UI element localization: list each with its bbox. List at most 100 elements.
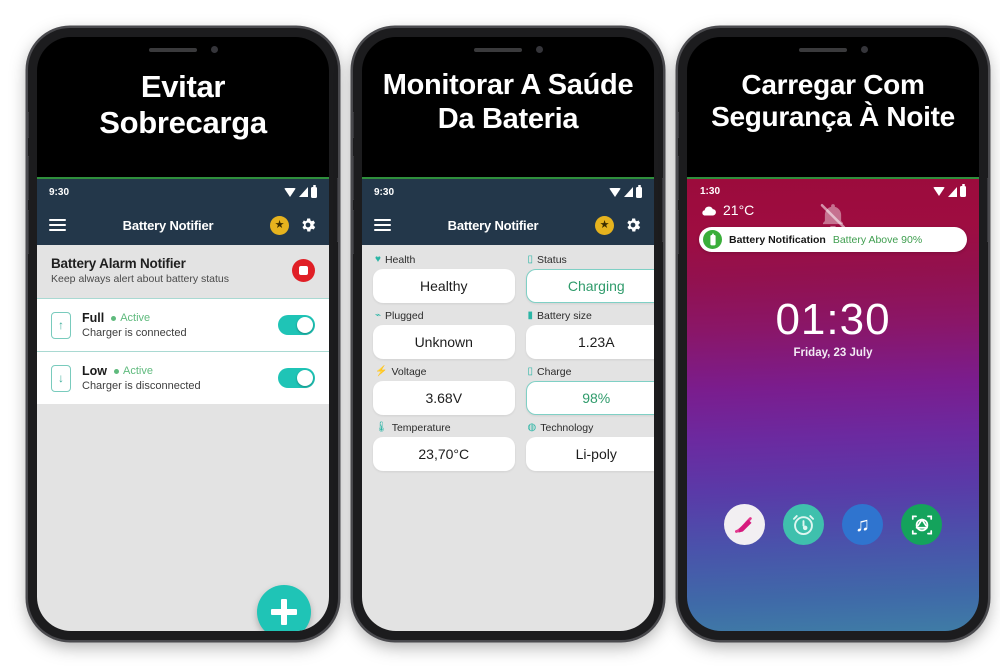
phone-screen-2: Monitorar A Saúde Da Bateria 9:30 Batter… bbox=[362, 37, 654, 631]
wifi-icon bbox=[284, 187, 296, 197]
lockscreen-dock: ♫ bbox=[687, 504, 979, 545]
app-bar-1: Battery Notifier ★ bbox=[37, 205, 329, 245]
app-title-2: Battery Notifier bbox=[447, 217, 539, 233]
param-cell-health: ♥ Health Healthy bbox=[373, 254, 515, 303]
battery-icon: ▯ bbox=[527, 366, 534, 377]
status-time-2: 9:30 bbox=[374, 186, 395, 198]
alarm-text-full: Full Active Charger is connected bbox=[82, 311, 267, 339]
wifi-icon bbox=[933, 187, 945, 196]
param-value-health: Healthy bbox=[373, 269, 515, 303]
mute-switch-button-2[interactable] bbox=[353, 112, 354, 138]
param-value-status: Charging bbox=[525, 269, 654, 303]
notch-2 bbox=[437, 37, 579, 62]
alarm-text-low: Low Active Charger is disconnected bbox=[82, 364, 267, 392]
alarm-service-subtitle: Keep always alert about battery status bbox=[51, 273, 230, 285]
hamburger-icon[interactable] bbox=[49, 219, 66, 231]
star-badge-icon[interactable]: ★ bbox=[595, 215, 614, 235]
bars-icon: ▮ bbox=[527, 310, 534, 321]
star-badge-icon[interactable]: ★ bbox=[270, 215, 289, 235]
alarm-state-full: Active bbox=[111, 312, 150, 324]
alarm-row-full[interactable]: ↑ Full Active Charger is connected bbox=[37, 299, 329, 352]
promo-screenshot-canvas: Evitar Sobrecarga 9:30 Battery Notifier … bbox=[0, 0, 1000, 666]
volume-down-button-3[interactable] bbox=[678, 210, 679, 254]
power-button-1[interactable] bbox=[337, 178, 338, 242]
param-cell-status: ▯ Status Charging bbox=[525, 254, 654, 303]
lockscreen-body: 1:30 21°C Battery Notification Battery A… bbox=[687, 179, 979, 631]
signal-icon bbox=[948, 186, 957, 197]
bell-muted-icon bbox=[818, 201, 848, 236]
param-cell-temperature: 🌡 Temperature 23,70°C bbox=[373, 422, 515, 471]
battery-icon bbox=[960, 184, 966, 197]
app-bar-2: Battery Notifier ★ bbox=[362, 205, 654, 245]
earpiece-speaker-icon bbox=[473, 47, 522, 52]
volume-up-button-1[interactable] bbox=[28, 156, 29, 200]
gear-icon[interactable] bbox=[624, 216, 642, 234]
front-camera-icon bbox=[535, 46, 543, 53]
phone-screen-3: Carregar Com Segurança À Noite 1:30 21°C… bbox=[687, 37, 979, 631]
param-cell-battery-size: ▮ Battery size 1.23A bbox=[525, 310, 654, 359]
alarm-toggle-low[interactable] bbox=[278, 368, 315, 388]
arrow-up-phone-icon: ↑ bbox=[51, 311, 71, 339]
phone-screen-1: Evitar Sobrecarga 9:30 Battery Notifier … bbox=[37, 37, 329, 631]
gear-icon[interactable] bbox=[299, 216, 317, 234]
bolt-icon: ⚡ bbox=[375, 366, 388, 377]
param-value-voltage: 3.68V bbox=[373, 381, 515, 415]
battery-icon bbox=[311, 184, 317, 198]
chip-icon: ◍ bbox=[527, 422, 537, 433]
mute-switch-button-1[interactable] bbox=[28, 112, 29, 138]
param-label-technology: Technology bbox=[540, 422, 594, 434]
android-status-bar-2: 9:30 bbox=[362, 179, 654, 205]
notifications-page-body: Battery Alarm Notifier Keep always alert… bbox=[37, 245, 329, 631]
param-label-health: Health bbox=[384, 254, 416, 266]
param-value-battery-size: 1.23A bbox=[525, 325, 654, 359]
status-icons-3 bbox=[933, 184, 966, 197]
phone-mockup-2: Monitorar A Saúde Da Bateria 9:30 Batter… bbox=[353, 28, 663, 640]
app-title-1: Battery Notifier bbox=[122, 217, 214, 233]
alarm-state-low: Active bbox=[114, 365, 153, 377]
alarm-toggle-full[interactable] bbox=[278, 315, 315, 335]
notes-app-icon[interactable] bbox=[724, 504, 765, 545]
status-time-1: 9:30 bbox=[49, 186, 70, 198]
param-label-status: Status bbox=[537, 254, 567, 266]
param-value-plugged: Unknown bbox=[373, 325, 515, 359]
alarm-service-title: Battery Alarm Notifier bbox=[51, 256, 186, 271]
arrow-down-phone-icon: ↓ bbox=[51, 364, 71, 392]
notch-3 bbox=[762, 37, 904, 62]
volume-up-button-2[interactable] bbox=[353, 156, 354, 200]
param-label-temperature: Temperature bbox=[391, 422, 451, 434]
front-camera-icon bbox=[860, 46, 868, 53]
volume-up-button-3[interactable] bbox=[678, 156, 679, 200]
power-button-2[interactable] bbox=[662, 178, 663, 242]
param-value-temperature: 23,70°C bbox=[373, 437, 515, 471]
wifi-icon bbox=[609, 187, 621, 197]
phone-mockup-1: Evitar Sobrecarga 9:30 Battery Notifier … bbox=[28, 28, 338, 640]
alarm-service-card: Battery Alarm Notifier Keep always alert… bbox=[37, 245, 329, 299]
param-cell-technology: ◍ Technology Li-poly bbox=[525, 422, 654, 471]
signal-icon bbox=[299, 187, 308, 197]
clock-app-icon[interactable] bbox=[783, 504, 824, 545]
camera-app-icon[interactable] bbox=[901, 504, 942, 545]
param-label-plugged: Plugged bbox=[385, 310, 424, 322]
volume-down-button-2[interactable] bbox=[353, 210, 354, 254]
hamburger-icon[interactable] bbox=[374, 219, 391, 231]
param-cell-charge: ▯ Charge 98% bbox=[525, 366, 654, 415]
cloud-icon bbox=[702, 206, 716, 215]
front-camera-icon bbox=[210, 46, 218, 53]
app-screenshot-2: 9:30 Battery Notifier ★ ♥ Health Healthy… bbox=[362, 177, 654, 631]
status-icons-2 bbox=[609, 184, 642, 198]
add-alarm-fab[interactable] bbox=[257, 585, 311, 631]
weather-temperature: 21°C bbox=[723, 202, 755, 218]
alarm-desc-full: Charger is connected bbox=[82, 327, 187, 339]
alarm-row-low[interactable]: ↓ Low Active Charger is disconnected bbox=[37, 352, 329, 404]
android-status-bar-1: 9:30 bbox=[37, 179, 329, 205]
param-cell-plugged: ⌁ Plugged Unknown bbox=[373, 310, 515, 359]
param-value-charge: 98% bbox=[525, 381, 654, 415]
battery-icon bbox=[636, 184, 642, 198]
power-button-3[interactable] bbox=[987, 178, 988, 242]
phone-mockup-3: Carregar Com Segurança À Noite 1:30 21°C… bbox=[678, 28, 988, 640]
music-app-icon[interactable]: ♫ bbox=[842, 504, 883, 545]
mute-switch-button-3[interactable] bbox=[678, 112, 679, 138]
volume-down-button-1[interactable] bbox=[28, 210, 29, 254]
stop-icon[interactable] bbox=[292, 259, 315, 282]
status-time-3: 1:30 bbox=[700, 186, 721, 197]
